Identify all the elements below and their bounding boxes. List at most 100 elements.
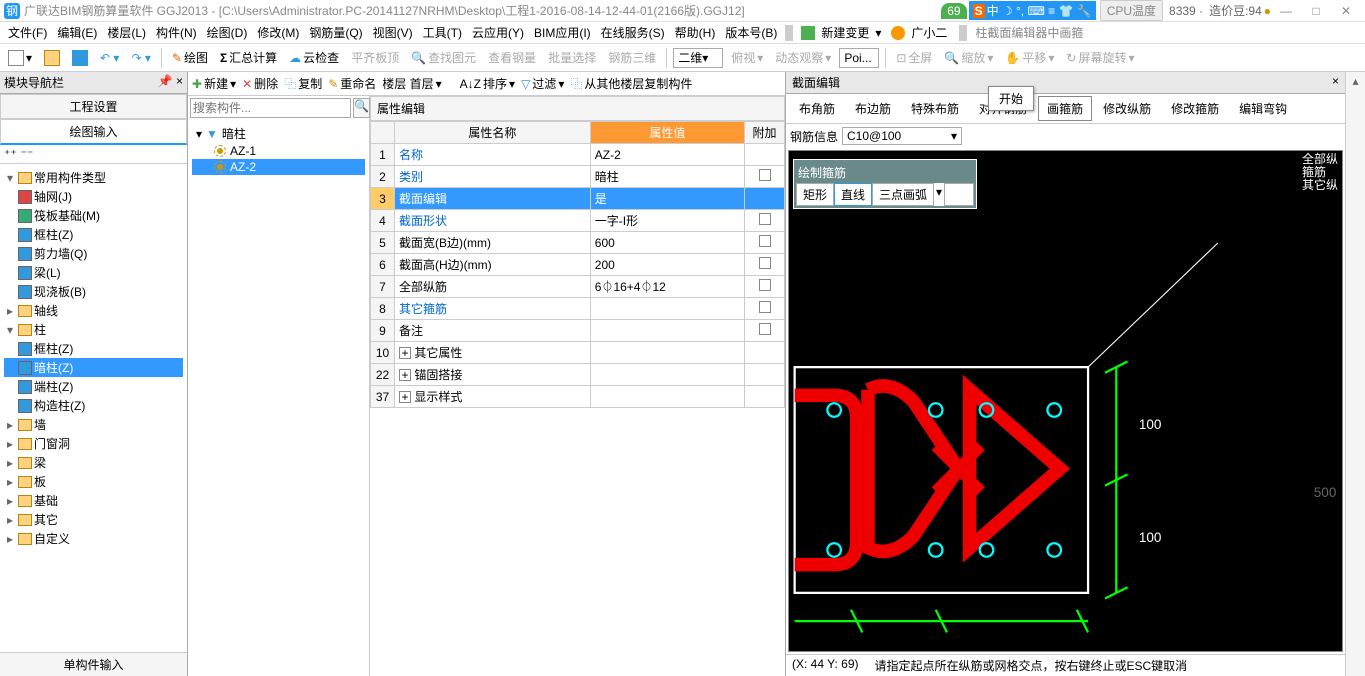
rp-tab[interactable]: 编辑弯钩 bbox=[1230, 96, 1296, 121]
menu-cloud[interactable]: 云应用(Y) bbox=[468, 22, 528, 43]
tb-redo-icon[interactable]: ↷ ▾ bbox=[127, 49, 154, 67]
tb-new-icon[interactable]: ▾ bbox=[4, 48, 36, 68]
rp-tab[interactable]: 画箍筋 bbox=[1038, 96, 1092, 121]
comp-item[interactable]: AZ-1 bbox=[192, 143, 365, 159]
nav-item[interactable]: 框柱(Z) bbox=[4, 225, 183, 244]
mid-copy-floor[interactable]: ⿻从其他楼层复制构件 bbox=[570, 75, 692, 92]
mid-rename[interactable]: ✎重命名 bbox=[328, 75, 376, 92]
tb-2d-combo[interactable]: 二维 ▾ bbox=[673, 48, 723, 68]
mid-delete[interactable]: ✕删除 bbox=[242, 75, 278, 92]
tb-poi-combo[interactable]: Poi... bbox=[839, 48, 879, 68]
tb-batch[interactable]: 批量选择 bbox=[544, 47, 600, 68]
tb-rebar3d[interactable]: 钢筋三维 bbox=[604, 47, 660, 68]
nav-item[interactable]: 梁(L) bbox=[4, 263, 183, 282]
rp-info-combo[interactable]: C10@100▾ bbox=[842, 127, 962, 145]
menu-tools[interactable]: 工具(T) bbox=[419, 22, 466, 43]
scroll-up-icon[interactable]: ▴ bbox=[1346, 72, 1365, 90]
tb-full[interactable]: ⊡ 全屏 bbox=[892, 47, 936, 68]
ime-indicator[interactable]: S 中 ☽ °, ⌨ ≡ 👕 🔧 bbox=[969, 1, 1096, 20]
prop-row[interactable]: 7全部纵筋6⏀16+4⏀12 bbox=[371, 276, 785, 298]
nav-item[interactable]: 构造柱(Z) bbox=[4, 396, 183, 415]
nav-item[interactable]: ▸板 bbox=[4, 472, 183, 491]
ct-line[interactable]: 直线 bbox=[834, 183, 872, 206]
nav-item[interactable]: ▸梁 bbox=[4, 453, 183, 472]
menu-help[interactable]: 帮助(H) bbox=[671, 22, 720, 43]
nav-item[interactable]: 轴网(J) bbox=[4, 187, 183, 206]
menu-component[interactable]: 构件(N) bbox=[152, 22, 201, 43]
nav-item[interactable]: 筏板基础(M) bbox=[4, 206, 183, 225]
tb-save-icon[interactable] bbox=[68, 48, 92, 68]
ct-color[interactable] bbox=[944, 183, 974, 206]
nav-item[interactable]: ▸基础 bbox=[4, 491, 183, 510]
prop-row[interactable]: 2类别暗柱 bbox=[371, 166, 785, 188]
badge-69[interactable]: 69 bbox=[941, 3, 966, 19]
menu-version[interactable]: 版本号(B) bbox=[721, 22, 781, 43]
rp-tab[interactable]: 修改纵筋 bbox=[1094, 96, 1160, 121]
rp-tab[interactable]: 布边筋 bbox=[846, 96, 900, 121]
tb-flat[interactable]: 平齐板顶 bbox=[347, 47, 403, 68]
menu-edit[interactable]: 编辑(E) bbox=[53, 22, 101, 43]
mid-new[interactable]: ✚新建 ▾ bbox=[192, 75, 236, 92]
prop-row[interactable]: 37+ 显示样式 bbox=[371, 386, 785, 408]
nav-tab-draw[interactable]: 绘图输入 bbox=[0, 119, 187, 145]
nav-footer[interactable]: 单构件输入 bbox=[0, 652, 187, 676]
nav-item[interactable]: ▸其它 bbox=[4, 510, 183, 529]
rp-close-icon[interactable]: × bbox=[1332, 74, 1339, 91]
nav-tool-2[interactable]: ⁻⁻ bbox=[21, 147, 34, 161]
tb-pan[interactable]: ✋ 平移 ▾ bbox=[1001, 47, 1058, 68]
tb-sum[interactable]: Σ 汇总计算 bbox=[216, 47, 281, 68]
mid-floor[interactable]: 楼层 首层 ▾ bbox=[382, 75, 441, 92]
nav-item[interactable]: ▸自定义 bbox=[4, 529, 183, 548]
mid-sort[interactable]: A↓Z 排序 ▾ bbox=[460, 75, 515, 92]
nav-item[interactable]: ▾柱 bbox=[4, 320, 183, 339]
menu-draw[interactable]: 绘图(D) bbox=[203, 22, 252, 43]
tb-find[interactable]: 🔍查找图元 bbox=[407, 47, 480, 68]
tb-steel[interactable]: 查看钢量 bbox=[484, 47, 540, 68]
prop-row[interactable]: 5截面宽(B边)(mm)600 bbox=[371, 232, 785, 254]
scrollbar-strip[interactable]: ▴ bbox=[1345, 72, 1365, 676]
menu-view[interactable]: 视图(V) bbox=[369, 22, 417, 43]
mid-filter[interactable]: ▽过滤 ▾ bbox=[521, 75, 564, 92]
nav-item[interactable]: 剪力墙(Q) bbox=[4, 244, 183, 263]
menu-modify[interactable]: 修改(M) bbox=[253, 22, 303, 43]
nav-item[interactable]: 现浇板(B) bbox=[4, 282, 183, 301]
ct-arc[interactable]: 三点画弧 bbox=[872, 183, 934, 206]
tb-bird[interactable]: 俯视 ▾ bbox=[727, 47, 767, 68]
menu-online[interactable]: 在线服务(S) bbox=[597, 22, 669, 43]
section-canvas[interactable]: 绘制箍筋 矩形 直线 三点画弧 ▾ 全部纵箍筋其它纵 bbox=[788, 150, 1343, 652]
maximize-button[interactable]: □ bbox=[1301, 4, 1331, 18]
menu-bim[interactable]: BIM应用(I) bbox=[530, 22, 595, 43]
minimize-button[interactable]: — bbox=[1271, 4, 1301, 18]
menu-file[interactable]: 文件(F) bbox=[4, 22, 51, 43]
prop-row[interactable]: 1名称AZ-2 bbox=[371, 144, 785, 166]
nav-item[interactable]: 暗柱(Z) bbox=[4, 358, 183, 377]
prop-row[interactable]: 6截面高(H边)(mm)200 bbox=[371, 254, 785, 276]
comp-item[interactable]: ▾▼暗柱 bbox=[192, 124, 365, 143]
prop-row[interactable]: 4截面形状一字-I形 bbox=[371, 210, 785, 232]
tb-rotate[interactable]: ↻ 屏幕旋转 ▾ bbox=[1062, 47, 1138, 68]
menu-floor[interactable]: 楼层(L) bbox=[103, 22, 150, 43]
search-input[interactable] bbox=[190, 98, 351, 118]
nav-item[interactable]: ▸墙 bbox=[4, 415, 183, 434]
close-button[interactable]: ✕ bbox=[1331, 4, 1361, 18]
user-button[interactable]: 广小二 bbox=[887, 21, 955, 44]
nav-item[interactable]: 端柱(Z) bbox=[4, 377, 183, 396]
rp-tab[interactable]: 修改箍筋 bbox=[1162, 96, 1228, 121]
prop-row[interactable]: 8其它箍筋 bbox=[371, 298, 785, 320]
nav-item[interactable]: ▾常用构件类型 bbox=[4, 168, 183, 187]
tb-cloud[interactable]: ☁云检查 bbox=[285, 47, 343, 68]
nav-item[interactable]: 框柱(Z) bbox=[4, 339, 183, 358]
tb-open-icon[interactable] bbox=[40, 48, 64, 68]
prop-row[interactable]: 9备注 bbox=[371, 320, 785, 342]
ct-rect[interactable]: 矩形 bbox=[796, 183, 834, 206]
nav-tab-project[interactable]: 工程设置 bbox=[0, 94, 187, 119]
nav-tool-1[interactable]: ⁺⁺ bbox=[4, 147, 17, 161]
prop-row[interactable]: 10+ 其它属性 bbox=[371, 342, 785, 364]
prop-row[interactable]: 3截面编辑是 bbox=[371, 188, 785, 210]
nav-pin-icon[interactable]: 📌 × bbox=[158, 74, 183, 91]
tb-draw[interactable]: ✎绘图 bbox=[168, 47, 212, 68]
prop-row[interactable]: 22+ 锚固搭接 bbox=[371, 364, 785, 386]
rp-tab[interactable]: 特殊布筋 bbox=[902, 96, 968, 121]
tb-dyn[interactable]: 动态观察 ▾ bbox=[771, 47, 835, 68]
nav-item[interactable]: ▸门窗洞 bbox=[4, 434, 183, 453]
